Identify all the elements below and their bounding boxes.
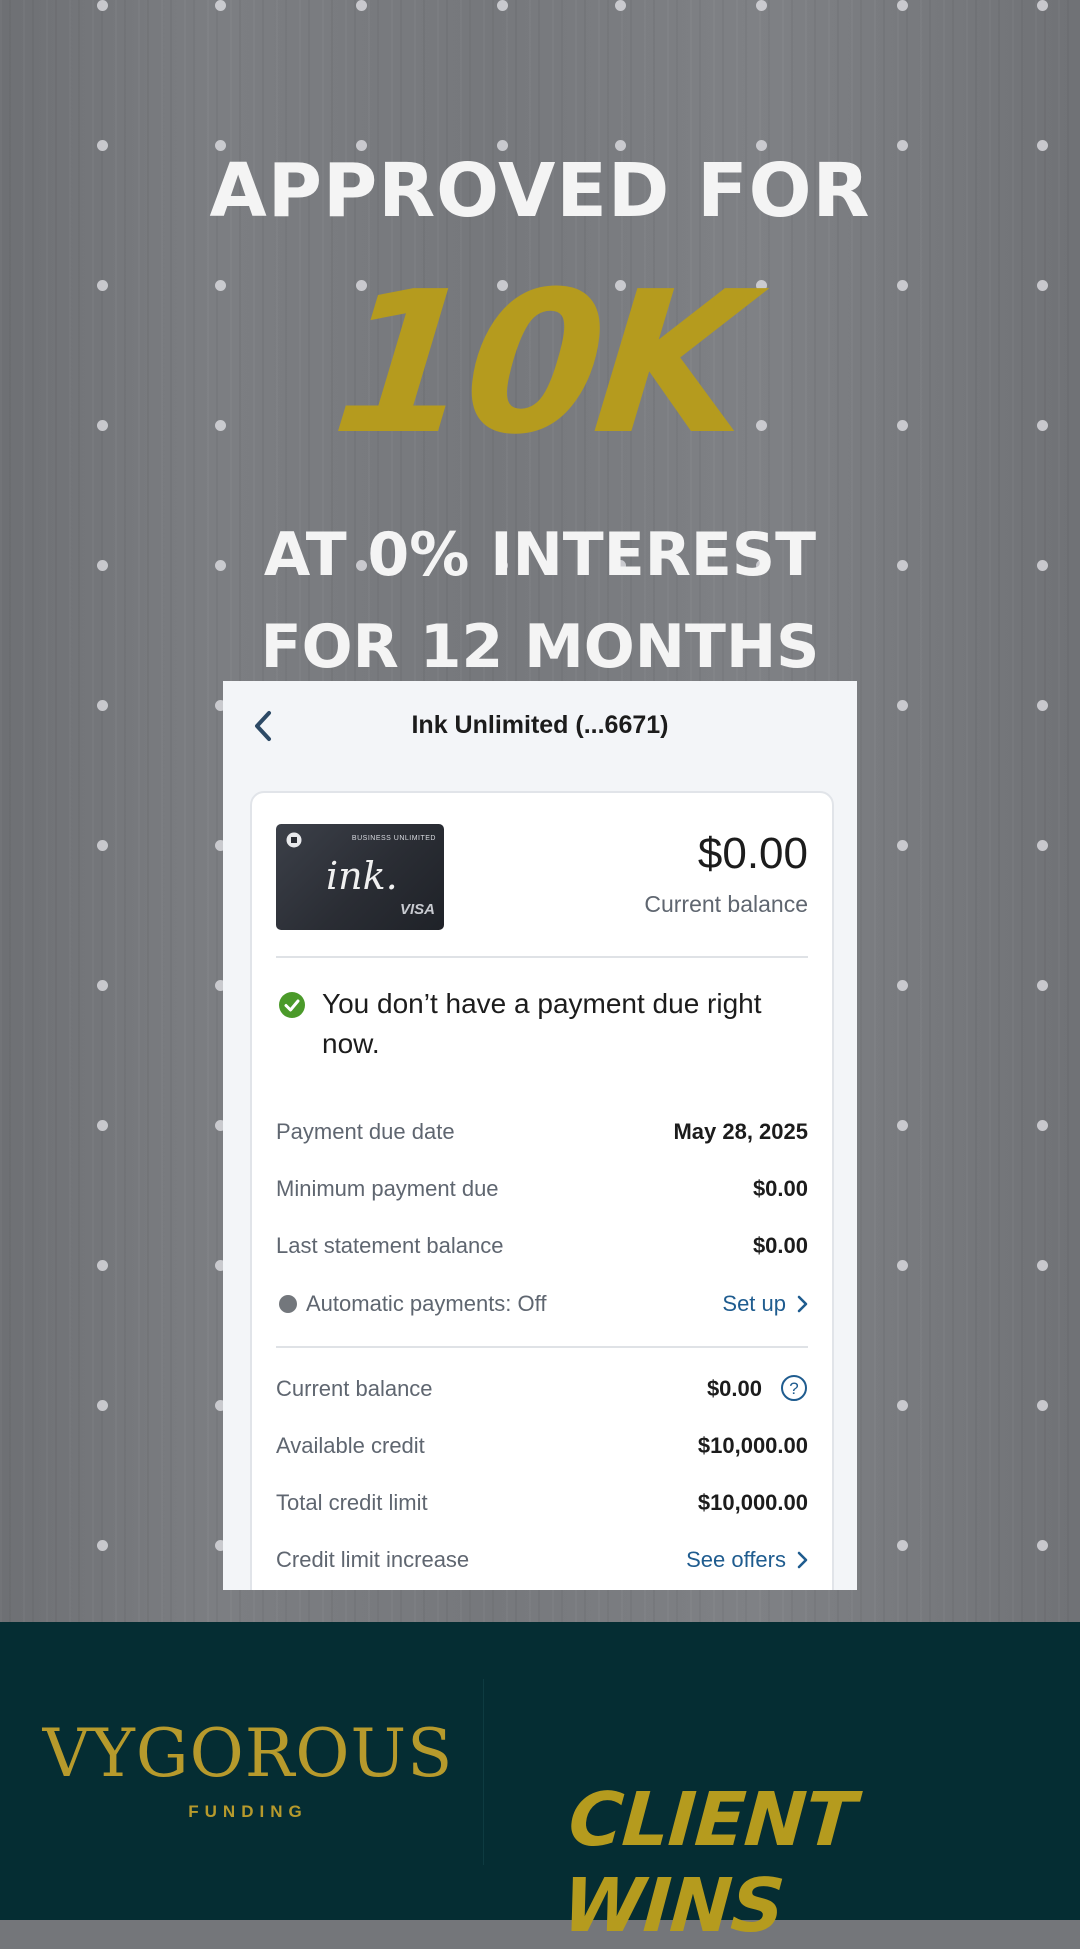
brand-logo-subtitle: FUNDING [188,1802,308,1821]
background-dot [1037,840,1048,851]
row-value: $0.00 [752,1233,808,1258]
headline-approved-for: APPROVED FOR [209,148,871,234]
background-dot [97,1540,108,1551]
payment-status-message: You don’t have a payment due right now. [322,988,762,1059]
background-dot [1037,1120,1048,1131]
background-dot [1037,1540,1048,1551]
background-dot [97,700,108,711]
background-dot [1037,0,1048,11]
row-value: May 28, 2025 [673,1119,808,1144]
autopay-label: Automatic payments: Off [306,1291,547,1316]
current-balance-label: Current balance [644,891,808,917]
visa-logo: VISA [399,901,435,918]
background-dot [897,0,908,11]
row-label: Last statement balance [276,1233,504,1258]
card-script-logo: ink. [326,854,398,898]
divider [276,956,808,958]
background-dot [1037,1260,1048,1271]
background-dot [97,840,108,851]
background-dot [1037,980,1048,991]
row-value: $10,000.00 [697,1490,808,1515]
credit-row: Total credit limit $10,000.00 [276,1490,808,1520]
background-dot [897,980,908,991]
credit-row: Current balance $0.00 ? [276,1374,808,1406]
help-circle-icon[interactable]: ? [780,1374,808,1402]
see-offers-link[interactable]: See offers [686,1547,808,1573]
row-label: Total credit limit [276,1490,428,1515]
check-circle-icon [279,992,305,1018]
background-dot [215,0,226,11]
payment-row: Minimum payment due $0.00 [276,1176,808,1206]
payment-row: Payment due date May 28, 2025 [276,1119,808,1149]
autopay-setup-text: Set up [722,1291,786,1316]
background-dot [897,700,908,711]
autopay-status-dot-icon [279,1295,297,1313]
autopay-setup-link[interactable]: Set up [722,1291,808,1317]
background-dot [356,0,367,11]
credit-card-image: BUSINESS UNLIMITED ink. VISA [276,824,444,930]
background-dot [497,0,508,11]
chevron-right-icon [797,1551,808,1569]
footer-divider [483,1679,484,1865]
background-dot [1037,700,1048,711]
background-dot [97,1260,108,1271]
see-offers-text: See offers [686,1547,786,1572]
row-label: Payment due date [276,1119,455,1144]
credit-row: Available credit $10,000.00 [276,1433,808,1463]
background-dot [897,1400,908,1411]
headline-rate-line-1: AT 0% INTEREST [263,520,817,590]
footer-banner: VYGOROUS FUNDING CLIENT WINS [0,1622,1080,1949]
app-header: Ink Unlimited (...6671) [223,681,857,771]
card-product-text: BUSINESS UNLIMITED [351,835,436,842]
svg-text:?: ? [789,1379,798,1398]
background-dot [97,0,108,11]
background-dot [756,0,767,11]
row-label: Credit limit increase [276,1547,470,1572]
headline-rate-line-2: FOR 12 MONTHS [260,612,820,682]
current-balance-amount: $0.00 [697,829,808,878]
payment-row: Last statement balance $0.00 [276,1233,808,1263]
account-summary-card: BUSINESS UNLIMITED ink. VISA $0.00 Curre… [250,791,834,1590]
row-value: $0.00 [706,1376,762,1401]
headline-amount: 10K [324,250,756,478]
background-dot [97,980,108,991]
chase-octagon-icon [286,832,302,848]
background-dot [897,1260,908,1271]
chevron-right-icon [797,1295,808,1313]
background-dot [1037,1400,1048,1411]
row-label: Minimum payment due [276,1176,499,1201]
client-wins-tagline: CLIENT WINS [559,1777,858,1949]
background-dot [615,0,626,11]
background-dot [897,840,908,851]
divider [276,1346,808,1348]
brand-logo-name: VYGOROUS [42,1715,454,1792]
app-screenshot: Ink Unlimited (...6671) BUSINESS UNLIMIT… [223,681,857,1590]
account-title: Ink Unlimited (...6671) [411,711,669,739]
row-label: Current balance [276,1376,433,1401]
background-dot [97,1120,108,1131]
row-value: $0.00 [752,1176,808,1201]
background-dot [97,1400,108,1411]
background-dot [897,1540,908,1551]
background-dot [897,1120,908,1131]
credit-limit-increase-row: Credit limit increase See offers [276,1547,808,1577]
row-value: $10,000.00 [697,1433,808,1458]
row-label: Available credit [276,1433,425,1458]
autopay-row: Automatic payments: Off Set up [276,1291,808,1321]
